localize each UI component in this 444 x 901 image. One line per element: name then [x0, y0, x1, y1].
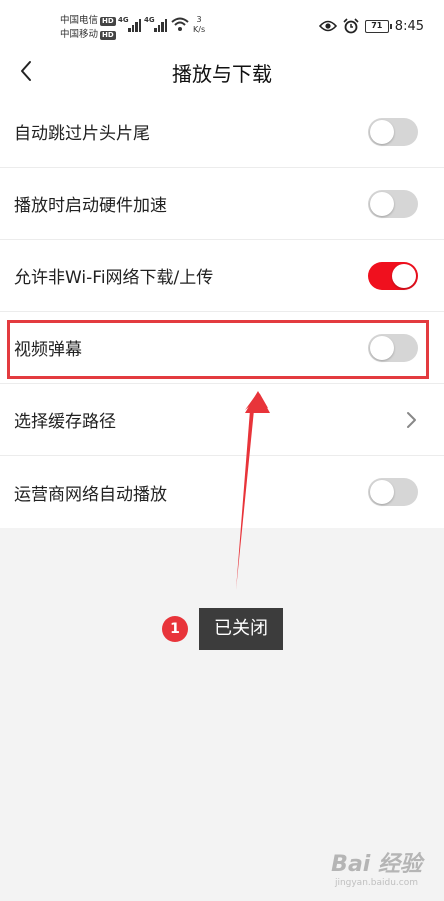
page-header: 播放与下载: [0, 46, 444, 96]
setting-label: 选择缓存路径: [14, 412, 116, 432]
hd-badge-1: HD: [100, 16, 116, 26]
alarm-icon: [343, 18, 359, 34]
setting-danmaku[interactable]: 视频弹幕: [0, 312, 444, 384]
carrier-autoplay-toggle[interactable]: [368, 478, 418, 506]
eye-icon: [318, 20, 337, 32]
setting-label: 允许非Wi-Fi网络下载/上传: [14, 268, 214, 288]
toggle-knob: [370, 120, 394, 144]
watermark-logo: Bai 经验: [331, 852, 422, 877]
signal-bars-1-icon: [128, 16, 141, 32]
carrier-2: 中国移动: [60, 29, 99, 40]
toggle-knob: [370, 336, 394, 360]
carrier-info: 中国电信 HD 中国移动 HD: [60, 14, 116, 42]
setting-label: 播放时启动硬件加速: [14, 196, 167, 216]
setting-label: 自动跳过片头片尾: [14, 124, 150, 144]
setting-label: 视频弹幕: [14, 340, 82, 360]
battery-icon: 71: [364, 19, 392, 33]
setting-skip-intro[interactable]: 自动跳过片头片尾: [0, 96, 444, 168]
toggle-knob: [370, 192, 394, 216]
non-wifi-download-toggle[interactable]: [368, 262, 418, 290]
setting-label: 运营商网络自动播放: [14, 484, 167, 505]
page-title: 播放与下载: [172, 62, 272, 86]
hd-badge-2: HD: [100, 30, 116, 40]
toggle-knob: [370, 480, 394, 504]
setting-hardware-accel[interactable]: 播放时启动硬件加速: [0, 168, 444, 240]
hardware-accel-toggle[interactable]: [368, 190, 418, 218]
skip-intro-toggle[interactable]: [368, 118, 418, 146]
annotation-tooltip: 已关闭: [199, 608, 283, 650]
network-speed: 3 K/s: [193, 15, 205, 35]
toggle-knob: [392, 264, 416, 288]
carrier-1: 中国电信: [60, 15, 99, 26]
chevron-right-icon[interactable]: [406, 410, 418, 430]
step-badge: 1: [162, 616, 188, 642]
speed-value: 3: [196, 15, 202, 24]
status-bar: 中国电信 HD 中国移动 HD 4G 4G 3 K/s 71 8:45: [0, 0, 444, 46]
setting-carrier-autoplay[interactable]: 运营商网络自动播放: [0, 456, 444, 528]
watermark-url: jingyan.baidu.com: [334, 878, 418, 888]
speed-unit: K/s: [193, 25, 206, 34]
signal-bars-2-icon: [154, 16, 167, 32]
clock: 8:45: [394, 18, 424, 34]
wifi-icon: [171, 17, 189, 31]
settings-list: 自动跳过片头片尾 播放时启动硬件加速 允许非Wi-Fi网络下载/上传 视频弹幕 …: [0, 96, 444, 528]
danmaku-toggle[interactable]: [368, 334, 418, 362]
status-right: 71 8:45: [318, 18, 424, 34]
setting-non-wifi-download[interactable]: 允许非Wi-Fi网络下载/上传: [0, 240, 444, 312]
setting-cache-path[interactable]: 选择缓存路径: [0, 384, 444, 456]
